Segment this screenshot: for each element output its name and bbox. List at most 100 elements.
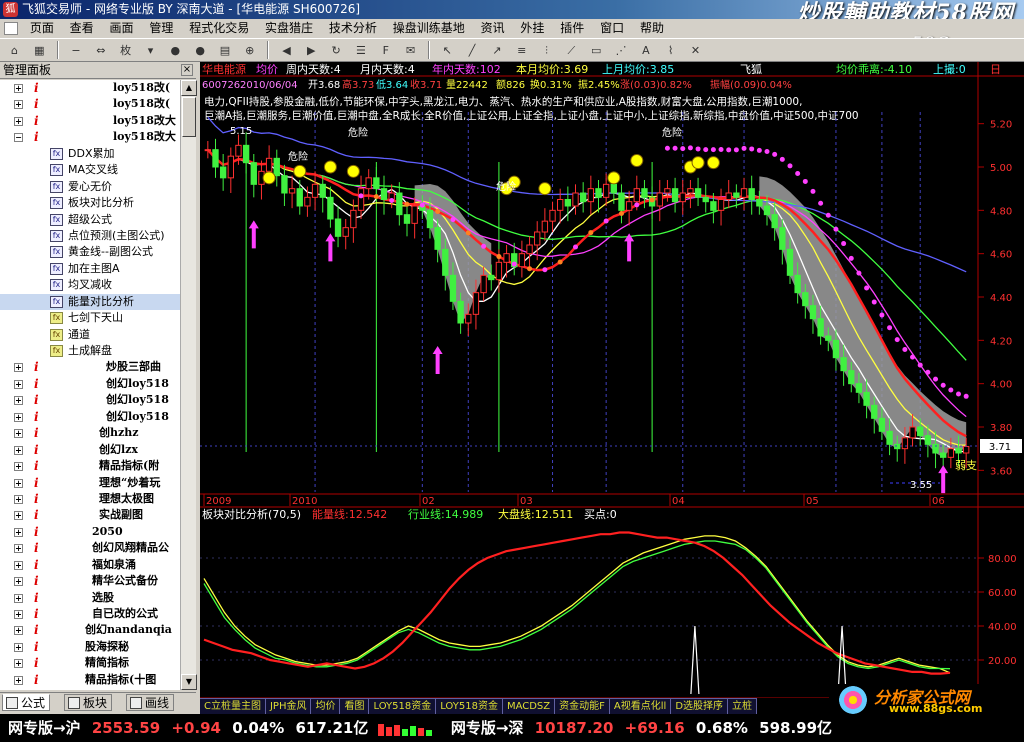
ray-icon[interactable]: ⟋	[562, 41, 581, 59]
indicator-tab[interactable]: C立桩量主图	[200, 698, 266, 714]
collapse-icon[interactable]: −	[14, 133, 23, 143]
indicator-tab[interactable]: 看图	[340, 698, 370, 714]
channel-icon[interactable]: ≡	[512, 41, 531, 59]
expand-icon[interactable]: +	[14, 363, 23, 373]
tree-item[interactable]: + i 实战副图	[0, 507, 180, 523]
tree-item[interactable]: + i 创幻nandanqia	[0, 622, 180, 638]
home-icon[interactable]: ⌂	[5, 41, 24, 59]
tree-item[interactable]: + i 炒股三部曲	[0, 359, 180, 375]
tree-item[interactable]: fx 超级公式	[0, 212, 180, 228]
menu-item[interactable]: 查看	[64, 19, 100, 38]
indicator-tab[interactable]: JPH金风	[265, 698, 312, 714]
tree-item[interactable]: + i 精品指标(附	[0, 458, 180, 474]
expand-icon[interactable]: +	[14, 659, 23, 669]
line-draw-icon[interactable]: ╱	[463, 41, 482, 59]
expand-icon[interactable]: +	[14, 626, 23, 636]
tree-item[interactable]: + i 理想太极图	[0, 491, 180, 507]
tree-item[interactable]: fx 能量对比分析	[0, 293, 180, 311]
tab-formula[interactable]: 公式	[2, 694, 51, 711]
expand-icon[interactable]: +	[14, 379, 23, 389]
arrow-lr-icon[interactable]: ⇔	[91, 41, 110, 59]
tree-item[interactable]: + i 精简指标	[0, 655, 180, 671]
news-icon[interactable]: ✉	[401, 41, 420, 59]
expand-icon[interactable]: +	[14, 527, 23, 537]
indicator-tab[interactable]: LOY518资金	[369, 698, 437, 714]
fibonacci-icon[interactable]: ⫶	[537, 41, 556, 59]
indicator-tab[interactable]: A视看点化ll	[609, 698, 672, 714]
indicator-tab[interactable]: 立桩	[728, 698, 758, 714]
tree-item[interactable]: + i 创幻loy518	[0, 409, 180, 425]
tree-item[interactable]: fx 板块对比分析	[0, 195, 180, 211]
tree-item[interactable]: + i 创幻loy518	[0, 392, 180, 408]
indicator-icon[interactable]: ●	[166, 41, 185, 59]
refresh-icon[interactable]: ↻	[327, 41, 346, 59]
tree-item[interactable]: fx 点位预测(主图公式)	[0, 228, 180, 244]
tree-item[interactable]: + i 创幻风翔精品公	[0, 540, 180, 556]
expand-icon[interactable]: +	[14, 478, 23, 488]
scroll-thumb[interactable]	[182, 97, 196, 137]
tree-item[interactable]: fx 土成解盘	[0, 343, 180, 359]
scroll-up-icon[interactable]: ▲	[181, 80, 197, 96]
indicator-tab[interactable]: 均价	[311, 698, 341, 714]
tree-item[interactable]: + i 2050	[0, 524, 180, 540]
expand-icon[interactable]: +	[14, 462, 23, 472]
delete-icon[interactable]: ✕	[686, 41, 705, 59]
tree-item[interactable]: fx 通道	[0, 327, 180, 343]
forward-icon[interactable]: ▶	[302, 41, 321, 59]
tree-item[interactable]: fx 黄金线--副图公式	[0, 244, 180, 260]
scroll-down-icon[interactable]: ▼	[181, 674, 197, 690]
menu-item[interactable]: 插件	[554, 19, 590, 38]
tree-item[interactable]: + i 精品指标(十图	[0, 672, 180, 688]
expand-icon[interactable]: +	[14, 675, 23, 685]
expand-icon[interactable]: +	[14, 610, 23, 619]
menu-item[interactable]: 技术分析	[323, 19, 383, 38]
tab-drawing[interactable]: 画线	[126, 694, 175, 711]
menu-item[interactable]: 实盘猎庄	[259, 19, 319, 38]
indicator-tab[interactable]: MACDSZ	[502, 698, 556, 714]
tree-item[interactable]: + i 精华公式备份	[0, 573, 180, 589]
dropdown-icon[interactable]: ▾	[141, 41, 160, 59]
tree-item[interactable]: + i 创hzhz	[0, 425, 180, 441]
tree-item[interactable]: fx 加在主图A	[0, 261, 180, 277]
expand-icon[interactable]: +	[14, 396, 23, 406]
cursor-icon[interactable]: ↖	[438, 41, 457, 59]
tree-item[interactable]: + i loy518改(	[0, 80, 180, 96]
expand-icon[interactable]: +	[14, 412, 23, 422]
grid-icon[interactable]: ▤	[215, 41, 234, 59]
tree-item[interactable]: + i 股海探秘	[0, 639, 180, 655]
tree-item[interactable]: + i 创幻loy518	[0, 376, 180, 392]
menu-item[interactable]: 程式化交易	[183, 19, 255, 38]
tree-item[interactable]: + i 福如泉涌	[0, 557, 180, 573]
tree-item[interactable]: fx 均叉减收	[0, 277, 180, 293]
tree-item[interactable]: + i 自已改的公式	[0, 606, 180, 622]
menu-item[interactable]: 帮助	[634, 19, 670, 38]
sz-label[interactable]: 网专版→深	[451, 719, 524, 737]
expand-icon[interactable]: +	[14, 84, 23, 93]
menu-item[interactable]: 页面	[24, 19, 60, 38]
system-menu-icon[interactable]	[4, 22, 18, 35]
tree-scrollbar[interactable]: ▲ ▼	[180, 80, 197, 690]
menu-item[interactable]: 操盘训练基地	[387, 19, 471, 38]
expand-icon[interactable]: +	[14, 116, 23, 126]
indicator-tab[interactable]: D选股择序	[671, 698, 729, 714]
tab-sector[interactable]: 板块	[64, 694, 113, 711]
rect-icon[interactable]: ▭	[587, 41, 606, 59]
tree-item[interactable]: + i 理想“炒着玩	[0, 475, 180, 491]
stock-chart[interactable]: 华电能源 均价 周内天数:4 月内天数:4 年内天数:102 本月均价:3.69…	[200, 62, 1024, 714]
menu-item[interactable]: 窗口	[594, 19, 630, 38]
expand-icon[interactable]: +	[14, 445, 23, 455]
expand-icon[interactable]: +	[14, 511, 23, 521]
tree-item[interactable]: + i 创幻lzx	[0, 442, 180, 458]
expand-icon[interactable]: +	[14, 429, 23, 439]
panel-close-button[interactable]: ×	[181, 64, 193, 76]
indicator2-icon[interactable]: ●	[191, 41, 210, 59]
arrow-draw-icon[interactable]: ↗	[487, 41, 506, 59]
cycle-icon[interactable]: ⌇	[661, 41, 680, 59]
tree-item[interactable]: − i loy518改大	[0, 129, 180, 145]
tree-item[interactable]: + i 选股	[0, 590, 180, 606]
menu-item[interactable]: 管理	[143, 19, 179, 38]
tree-item[interactable]: fx MA交叉线	[0, 162, 180, 178]
fan-icon[interactable]: ⋰	[612, 41, 631, 59]
expand-icon[interactable]: +	[14, 494, 23, 504]
tree-item[interactable]: + i loy518改(	[0, 96, 180, 112]
